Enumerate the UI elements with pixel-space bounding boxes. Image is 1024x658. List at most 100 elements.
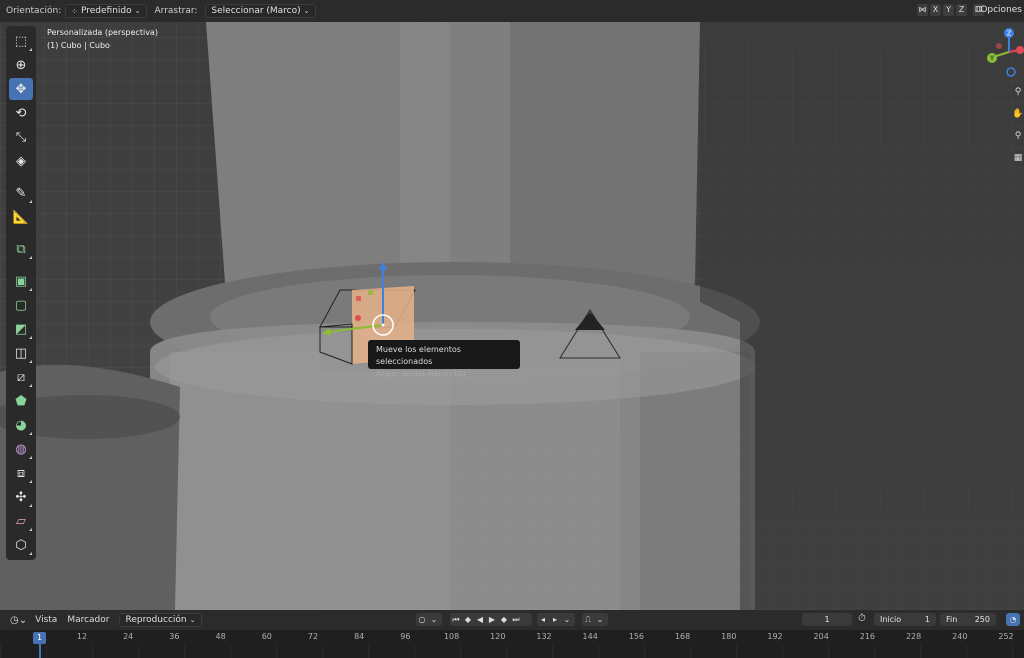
orientation-value: Predefinido: [80, 6, 132, 16]
ruler-number: 180: [721, 632, 737, 641]
knife-tool[interactable]: ⧄: [9, 366, 33, 388]
scale-tool[interactable]: ⤡: [9, 126, 33, 148]
transform-icon: ◈: [16, 153, 26, 169]
object-info: (1) Cubo | Cubo: [47, 41, 110, 50]
ruler-number: 204: [813, 632, 829, 641]
poly-build-icon: ⬟: [15, 393, 27, 409]
options-button[interactable]: Opciones: [980, 5, 1022, 15]
auto-key-icon: ⎍: [585, 614, 591, 624]
shear-tool[interactable]: ▱: [9, 510, 33, 532]
keying-controls: ◂ ▸ ⌄: [537, 613, 575, 626]
ruler-number: 48: [215, 632, 226, 641]
menu-vista[interactable]: Vista: [35, 615, 57, 625]
measure-tool[interactable]: 📐: [9, 206, 33, 228]
ruler-number: 24: [123, 632, 134, 641]
grid-icon[interactable]: ▦: [1012, 150, 1024, 166]
auto-keying-button[interactable]: ⎍ ⌄: [582, 613, 608, 626]
chevron-down-icon: ⌄: [134, 7, 141, 15]
tooltip-shortcut: Atajo: arrast-Ratón Izq: [376, 369, 466, 378]
axis-x-button[interactable]: X: [930, 4, 941, 16]
poly-build-tool[interactable]: ⬟: [9, 390, 33, 412]
extrude-tool[interactable]: ▣: [9, 270, 33, 292]
key-prev-icon[interactable]: ◂: [537, 615, 549, 624]
svg-text:Z: Z: [1007, 30, 1012, 38]
play-reverse-icon[interactable]: ◀: [474, 615, 486, 624]
viewport-info: Personalizada (perspectiva) (1) Cubo | C…: [47, 26, 158, 52]
edge-slide-tool[interactable]: ⧈: [9, 462, 33, 484]
shrink-fatten-icon: ✣: [15, 489, 27, 505]
mirror-axis-buttons: ⋈ X Y Z ⚅: [917, 4, 984, 16]
ruler-number: 60: [261, 632, 272, 641]
transform-tool[interactable]: ◈: [9, 150, 33, 172]
smooth-icon: ◍: [15, 441, 27, 457]
annotate-tool[interactable]: ✎: [9, 182, 33, 204]
jump-start-icon[interactable]: ⏮: [450, 615, 462, 625]
record-icon: ○: [418, 615, 426, 624]
move-icon: ✥: [15, 81, 27, 97]
jump-end-icon[interactable]: ⏭: [510, 615, 522, 625]
end-frame-field[interactable]: Fin 250: [940, 613, 996, 626]
editor-type-icon[interactable]: ◷⌄: [10, 615, 27, 626]
next-keyframe-icon[interactable]: ◆: [498, 615, 510, 624]
scale-icon: ⤡: [15, 129, 27, 145]
view-name: Personalizada (perspectiva): [47, 28, 158, 37]
select-box-tool[interactable]: ⬚: [9, 30, 33, 52]
play-icon[interactable]: ▶: [486, 615, 498, 624]
3d-viewport[interactable]: Personalizada (perspectiva) (1) Cubo | C…: [0, 22, 1024, 610]
tool-shelf: ⬚ ⊕ ✥ ⟲ ⤡ ◈ ✎ 📐 ⧉ ▣ ▢ ◩ ◫ ⧄ ⬟ ◕ ◍ ⧈ ✣ ▱ …: [6, 26, 36, 560]
rip-region-tool[interactable]: ⬡: [9, 534, 33, 556]
preview-range-icon[interactable]: ◔: [1006, 613, 1020, 626]
rotate-icon: ⟲: [15, 105, 27, 121]
smooth-tool[interactable]: ◍: [9, 438, 33, 460]
bevel-icon: ◩: [14, 321, 28, 337]
key-next-icon[interactable]: ▸: [549, 615, 561, 624]
axis-y-button[interactable]: Y: [943, 4, 954, 16]
inset-tool[interactable]: ▢: [9, 294, 33, 316]
extrude-icon: ▣: [14, 273, 28, 289]
current-frame-field[interactable]: 1: [802, 613, 852, 626]
cursor-icon: ⊕: [15, 57, 27, 73]
bevel-tool[interactable]: ◩: [9, 318, 33, 340]
loop-cut-tool[interactable]: ◫: [9, 342, 33, 364]
playhead-line: [39, 644, 41, 658]
inset-icon: ▢: [14, 297, 28, 313]
cursor-tool[interactable]: ⊕: [9, 54, 33, 76]
start-frame-field[interactable]: Inicio 1: [874, 613, 936, 626]
move-tool[interactable]: ✥: [9, 78, 33, 100]
viewport-header: Orientación: ⁘ Predefinido ⌄ Arrastrar: …: [0, 0, 1024, 22]
drag-label: Arrastrar:: [154, 6, 198, 16]
ruler-number: 72: [307, 632, 319, 641]
rotate-tool[interactable]: ⟲: [9, 102, 33, 124]
shrink-fatten-tool[interactable]: ✣: [9, 486, 33, 508]
butterfly-icon[interactable]: ⋈: [917, 4, 928, 16]
start-value: 1: [924, 615, 930, 624]
view-navigation-buttons: ⚲ ✋ ⚲ ▦: [1012, 84, 1024, 172]
spin-icon: ◕: [15, 417, 27, 433]
keyframe-toggle[interactable]: ○ ⌄: [416, 613, 442, 626]
playhead[interactable]: 1: [33, 632, 46, 644]
menu-reproduccion[interactable]: Reproducción ⌄: [119, 613, 202, 627]
orientation-dropdown[interactable]: ⁘ Predefinido ⌄: [65, 4, 147, 18]
menu-marcador[interactable]: Marcador: [67, 615, 109, 625]
rip-region-icon: ⬡: [15, 537, 27, 553]
add-cube-tool[interactable]: ⧉: [9, 238, 33, 260]
prev-keyframe-icon[interactable]: ◆: [462, 615, 474, 624]
ruler-number: 108: [443, 632, 460, 641]
axis-z-button[interactable]: Z: [956, 4, 967, 16]
chevron-down-icon: ⌄: [189, 616, 196, 624]
camera-icon[interactable]: ⚲: [1012, 128, 1024, 144]
ruler-number: 132: [536, 632, 552, 641]
hand-icon[interactable]: ✋: [1012, 106, 1024, 122]
ruler-number: 252: [998, 632, 1014, 641]
end-label: Fin: [946, 615, 958, 624]
zoom-icon[interactable]: ⚲: [1012, 84, 1024, 100]
ruler-number: 156: [628, 632, 645, 641]
stopwatch-icon[interactable]: ⏱: [858, 613, 866, 624]
shear-icon: ▱: [16, 513, 26, 529]
ruler-number: 240: [952, 632, 968, 641]
ruler-number: 228: [905, 632, 922, 641]
timeline-ruler[interactable]: 12 24 36 48 60 72 84 96 108 120 132 144 156 168 180 192…: [0, 630, 1024, 658]
spin-tool[interactable]: ◕: [9, 414, 33, 436]
orientation-icon: ⁘: [71, 6, 78, 16]
drag-dropdown[interactable]: Seleccionar (Marco) ⌄: [205, 4, 316, 18]
